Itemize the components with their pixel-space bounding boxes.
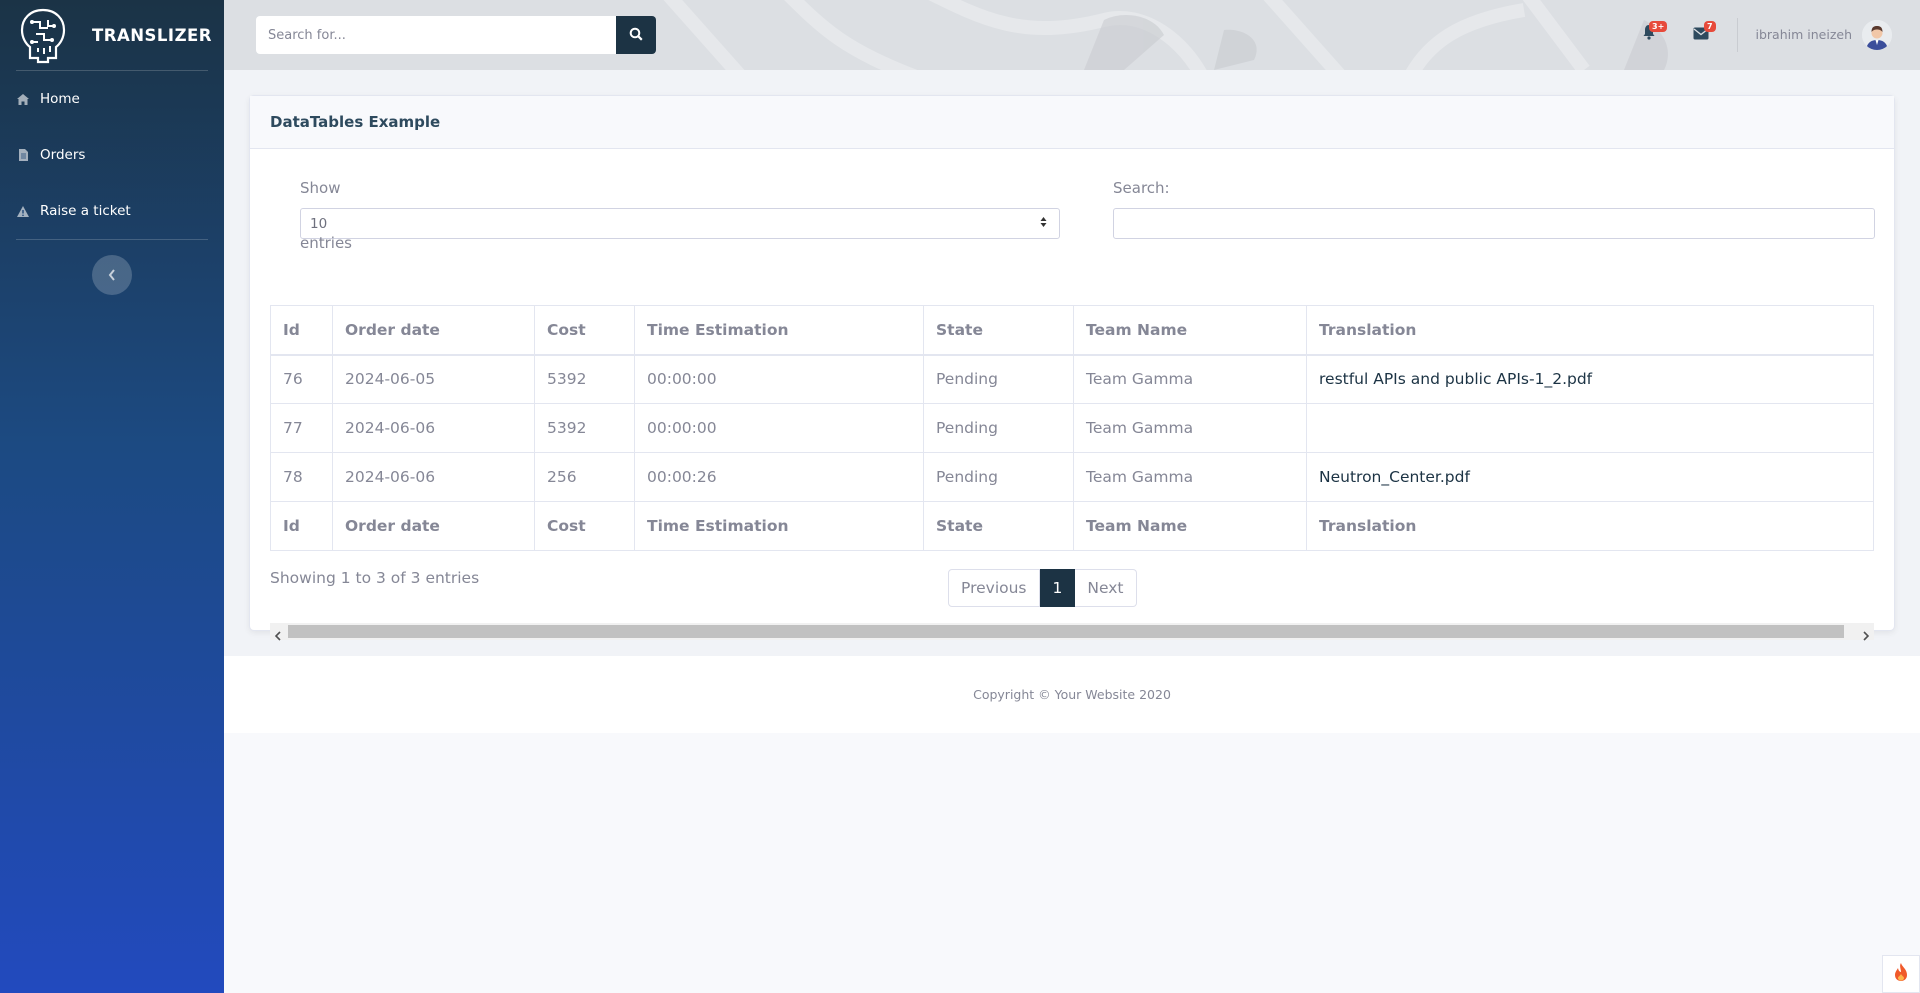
messages-badge: 7 — [1704, 21, 1716, 32]
length-label-after: entries — [300, 234, 352, 252]
sidebar-item-raise-ticket[interactable]: Raise a ticket — [0, 183, 224, 239]
length-label: Show — [300, 179, 341, 197]
datatable-card: DataTables Example Show 10 entries Searc… — [249, 95, 1895, 641]
pagination-previous[interactable]: Previous — [948, 569, 1040, 607]
column-header-state[interactable]: State — [923, 305, 1074, 356]
cell-order-date: 2024-06-05 — [332, 354, 535, 404]
entries-per-page-select[interactable]: 10 — [300, 208, 1060, 239]
sidebar-item-orders[interactable]: Orders — [0, 127, 224, 183]
brand-name: TRANSLIZER — [92, 25, 213, 45]
sidebar-item-label: Raise a ticket — [40, 203, 131, 219]
topbar-search — [256, 16, 656, 54]
sidebar-item-home[interactable]: Home — [0, 71, 224, 127]
cell-cost: 5392 — [534, 354, 635, 404]
dev-toolbar-button[interactable] — [1882, 955, 1920, 993]
topbar: 3+ 7 ibrahim ineizeh — [224, 0, 1920, 70]
cell-cost: 256 — [534, 452, 635, 502]
cell-time-estimation: 00:00:00 — [634, 403, 924, 453]
table-row: 76 2024-06-05 5392 00:00:00 Pending Team… — [270, 354, 1874, 404]
column-footer-id: Id — [270, 501, 333, 551]
user-name[interactable]: ibrahim ineizeh — [1756, 27, 1852, 42]
cell-id: 76 — [270, 354, 333, 404]
cell-team-name: Team Gamma — [1073, 403, 1307, 453]
cell-state: Pending — [923, 403, 1074, 453]
table-row: 77 2024-06-06 5392 00:00:00 Pending Team… — [270, 403, 1874, 453]
column-header-cost[interactable]: Cost — [534, 305, 635, 356]
column-header-order-date[interactable]: Order date — [332, 305, 535, 356]
cell-state: Pending — [923, 452, 1074, 502]
horizontal-scrollbar[interactable] — [270, 623, 1874, 641]
card-body: Show 10 entries Search: Id Order date Co… — [250, 149, 1894, 641]
cell-order-date: 2024-06-06 — [332, 403, 535, 453]
cell-time-estimation: 00:00:26 — [634, 452, 924, 502]
search-icon — [629, 26, 643, 45]
cell-cost: 5392 — [534, 403, 635, 453]
column-footer-translation: Translation — [1306, 501, 1874, 551]
translation-file-link[interactable]: restful APIs and public APIs-1_2.pdf — [1306, 354, 1874, 404]
table-header-row: Id Order date Cost Time Estimation State… — [270, 305, 1874, 356]
alerts-badge: 3+ — [1649, 21, 1668, 32]
card-title: DataTables Example — [250, 96, 1894, 149]
column-header-translation[interactable]: Translation — [1306, 305, 1874, 356]
scroll-right-icon[interactable] — [1862, 626, 1870, 645]
orders-table: Id Order date Cost Time Estimation State… — [270, 305, 1874, 551]
scrollbar-thumb[interactable] — [288, 625, 1844, 638]
cell-state: Pending — [923, 354, 1074, 404]
column-header-id[interactable]: Id — [270, 305, 333, 356]
search-input[interactable] — [256, 16, 616, 54]
table-info: Showing 1 to 3 of 3 entries — [270, 569, 480, 587]
sidebar-divider — [16, 239, 208, 240]
scroll-left-icon[interactable] — [274, 626, 282, 645]
column-footer-order-date: Order date — [332, 501, 535, 551]
pagination-page-1[interactable]: 1 — [1039, 569, 1076, 607]
home-icon — [16, 92, 30, 106]
column-footer-time-estimation: Time Estimation — [634, 501, 924, 551]
topbar-divider — [1737, 18, 1738, 52]
footer: Copyright © Your Website 2020 — [224, 656, 1920, 733]
cell-time-estimation: 00:00:00 — [634, 354, 924, 404]
alerts-dropdown[interactable]: 3+ — [1639, 21, 1668, 44]
copyright-text: Copyright © Your Website 2020 — [973, 687, 1171, 702]
sidebar-toggle-button[interactable] — [92, 255, 132, 295]
sort-arrows-icon — [1040, 216, 1047, 232]
cell-translation — [1306, 403, 1874, 453]
table-row: 78 2024-06-06 256 00:00:26 Pending Team … — [270, 452, 1874, 502]
sidebar-brand[interactable]: TRANSLIZER — [0, 0, 224, 70]
sidebar-item-label: Orders — [40, 147, 86, 163]
column-footer-team-name: Team Name — [1073, 501, 1307, 551]
warning-icon — [16, 204, 30, 218]
cell-id: 77 — [270, 403, 333, 453]
entries-per-page-value: 10 — [310, 215, 328, 232]
column-footer-state: State — [923, 501, 1074, 551]
datatable-controls: Show 10 entries Search: — [270, 169, 1875, 269]
cell-order-date: 2024-06-06 — [332, 452, 535, 502]
pagination-next[interactable]: Next — [1075, 569, 1137, 607]
column-header-team-name[interactable]: Team Name — [1073, 305, 1307, 356]
table-footer-row: Id Order date Cost Time Estimation State… — [270, 501, 1874, 551]
avatar[interactable] — [1862, 20, 1892, 50]
cell-team-name: Team Gamma — [1073, 452, 1307, 502]
pagination: Previous 1 Next — [948, 569, 1137, 607]
flame-icon — [1893, 962, 1909, 986]
table-search-input[interactable] — [1113, 208, 1875, 239]
file-icon — [16, 148, 30, 162]
sidebar-item-label: Home — [40, 91, 80, 107]
page-background — [224, 733, 1920, 993]
search-button[interactable] — [616, 16, 656, 54]
messages-dropdown[interactable]: 7 — [1691, 21, 1716, 44]
translation-file-link[interactable]: Neutron_Center.pdf — [1306, 452, 1874, 502]
cell-id: 78 — [270, 452, 333, 502]
column-header-time-estimation[interactable]: Time Estimation — [634, 305, 924, 356]
column-footer-cost: Cost — [534, 501, 635, 551]
chevron-left-icon — [108, 266, 116, 285]
sidebar: TRANSLIZER Home Orders Raise a ticket — [0, 0, 224, 993]
cell-team-name: Team Gamma — [1073, 354, 1307, 404]
table-search-label: Search: — [1113, 179, 1170, 197]
brain-chip-logo — [18, 6, 68, 64]
